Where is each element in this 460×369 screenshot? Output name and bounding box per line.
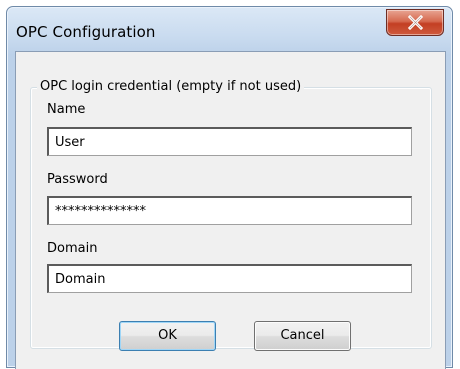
title-bar[interactable]: OPC Configuration (7, 7, 452, 51)
name-label: Name (47, 102, 86, 117)
close-button[interactable] (386, 9, 444, 36)
name-field[interactable] (47, 127, 412, 156)
dialog-body: OPC login credential (empty if not used)… (15, 51, 446, 369)
cancel-button[interactable]: Cancel (254, 321, 351, 351)
password-label: Password (47, 172, 108, 187)
close-icon (408, 15, 423, 30)
dialog-window: OPC Configuration OPC login credential (… (6, 6, 453, 369)
ok-button[interactable]: OK (119, 321, 216, 351)
domain-field[interactable] (47, 264, 412, 293)
groupbox-legend: OPC login credential (empty if not used) (37, 79, 305, 94)
password-field[interactable] (47, 196, 412, 225)
window-title: OPC Configuration (16, 23, 156, 41)
domain-label: Domain (47, 241, 98, 256)
